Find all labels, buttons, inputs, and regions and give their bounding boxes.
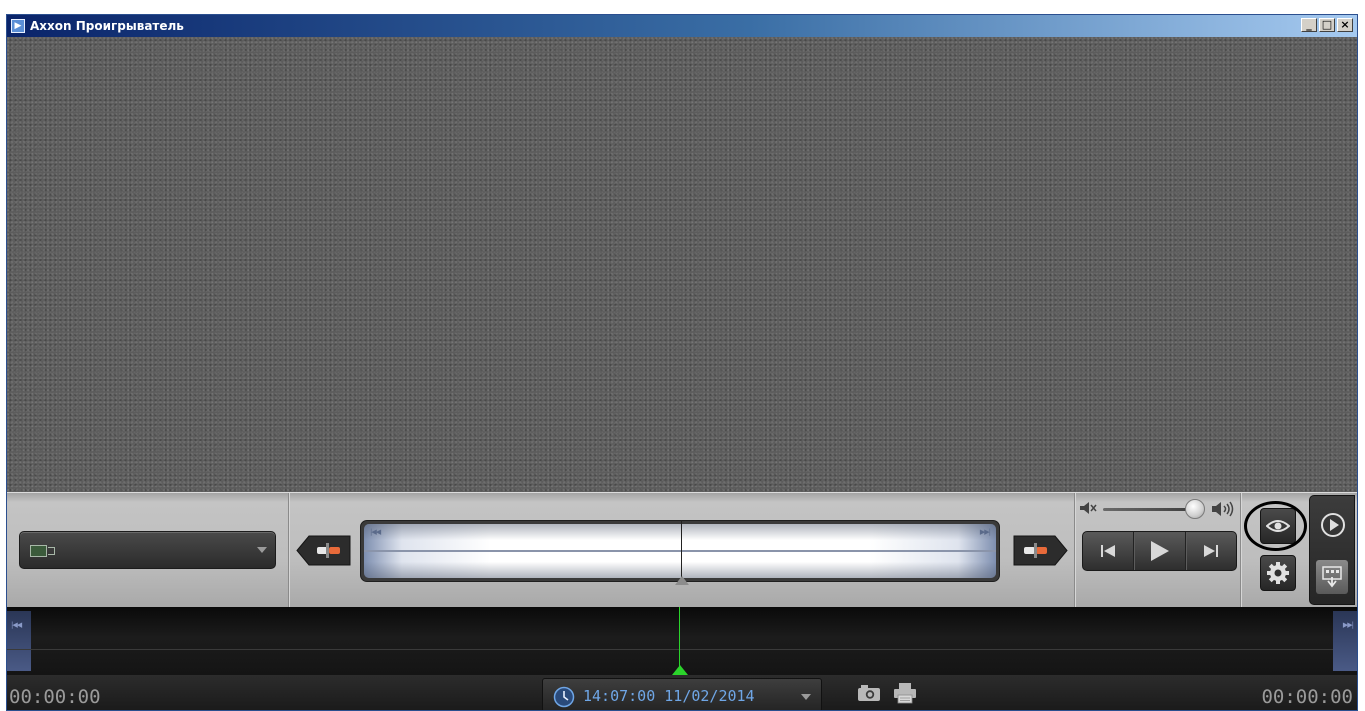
volume-control (1079, 499, 1239, 519)
clock-icon (553, 686, 575, 708)
end-time-label: 00:00:00 (1261, 686, 1353, 708)
minimize-button[interactable]: _ (1301, 18, 1317, 32)
scrubber-track[interactable]: |◀◀ ▶▶| (364, 520, 996, 585)
status-bar: 00:00:00 14:07:00 11/02/2014 00:00:00 (7, 675, 1357, 710)
fragment-scrubber[interactable]: |◀◀ ▶▶| (360, 520, 1000, 585)
window-controls: _ □ × (1299, 18, 1353, 32)
timeline-end-edge[interactable]: ▶▶| (1333, 611, 1357, 671)
mode-side-panel (1309, 495, 1355, 605)
play-circle-icon[interactable] (1320, 512, 1346, 538)
play-button[interactable] (1134, 532, 1186, 570)
chevron-down-icon[interactable] (801, 694, 811, 700)
step-back-icon (1101, 545, 1116, 557)
next-fragment-button[interactable] (1011, 534, 1069, 567)
settings-button[interactable] (1260, 555, 1296, 591)
divider (288, 493, 289, 607)
export-icon (1322, 566, 1342, 588)
scrubber-handle[interactable] (675, 576, 689, 585)
speaker-icon (1212, 501, 1234, 517)
divider (1074, 493, 1075, 607)
camera-icon (30, 544, 56, 558)
camera-snapshot-icon[interactable] (857, 684, 881, 702)
app-icon: ▶ (11, 19, 25, 33)
datetime-selector[interactable]: 14:07:00 11/02/2014 (542, 678, 822, 710)
mute-icon[interactable] (1079, 501, 1097, 515)
timeline-cursor-marker (672, 665, 688, 675)
export-button[interactable] (1316, 560, 1348, 594)
playback-controls (1082, 531, 1237, 571)
timeline[interactable]: |◀◀ ▶▶| (7, 607, 1357, 675)
previous-fragment-icon (296, 535, 351, 566)
camera-select[interactable] (19, 531, 276, 569)
timeline-start-edge[interactable]: |◀◀ (7, 611, 31, 671)
step-forward-icon (1203, 545, 1218, 557)
player-window: ▶ Axxon Проигрыватель _ □ × |◀◀ ▶▶| |◀◀ … (6, 14, 1358, 711)
skip-end-icon: ▶▶| (979, 528, 991, 536)
skip-start-icon: |◀◀ (11, 621, 22, 629)
play-icon (1151, 541, 1170, 561)
chevron-down-icon (257, 547, 267, 553)
step-forward-button[interactable] (1186, 532, 1236, 570)
maximize-button[interactable]: □ (1319, 18, 1335, 32)
skip-start-icon: |◀◀ (370, 528, 381, 536)
close-button[interactable]: × (1337, 18, 1353, 32)
highlight-circle (1244, 501, 1307, 551)
previous-fragment-button[interactable] (295, 534, 353, 567)
gear-icon (1267, 562, 1289, 584)
window-title: Axxon Проигрыватель (30, 19, 184, 33)
video-viewport[interactable] (7, 37, 1357, 492)
start-time-label: 00:00:00 (9, 686, 101, 708)
scrubber-needle (681, 520, 682, 580)
next-fragment-icon (1013, 535, 1068, 566)
divider (1240, 493, 1241, 607)
printer-icon[interactable] (893, 682, 917, 704)
datetime-value: 14:07:00 11/02/2014 (583, 687, 755, 705)
step-back-button[interactable] (1083, 532, 1135, 570)
timeline-divider (7, 649, 1357, 650)
control-panel: |◀◀ ▶▶| (7, 492, 1357, 607)
skip-end-icon: ▶▶| (1342, 621, 1354, 629)
title-bar[interactable]: ▶ Axxon Проигрыватель _ □ × (7, 15, 1357, 37)
volume-slider-knob[interactable] (1185, 499, 1205, 519)
